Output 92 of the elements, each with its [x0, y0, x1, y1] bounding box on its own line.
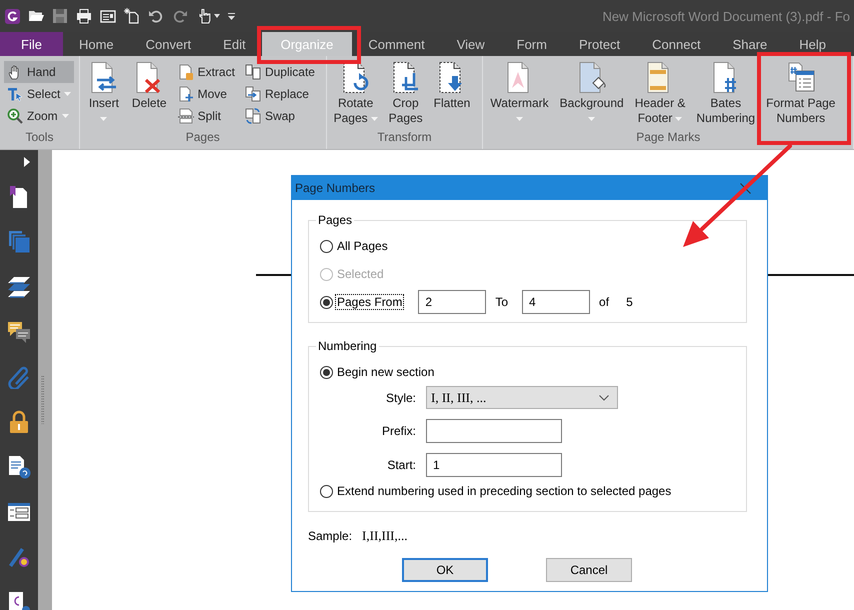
page-rotate-arrow-icon: [342, 61, 370, 94]
group-box-legend: Numbering: [316, 339, 379, 353]
resize-grip-icon[interactable]: [41, 376, 44, 424]
undo-icon[interactable]: [148, 8, 164, 24]
split-button[interactable]: Split: [174, 105, 238, 127]
input-field[interactable]: [426, 419, 562, 443]
dropdown[interactable]: I, II, III, ...: [426, 386, 618, 409]
page-plus-icon: [178, 86, 194, 102]
replace-button[interactable]: Replace: [242, 83, 318, 105]
hand-tool-button[interactable]: Hand: [4, 61, 74, 83]
save-icon[interactable]: [52, 8, 68, 24]
ribbon-tab[interactable]: Edit: [207, 32, 262, 56]
page-bucket-icon: [578, 61, 606, 94]
stacked-pages-icon[interactable]: [7, 230, 31, 254]
group-box-legend: Pages: [316, 213, 354, 227]
ribbon-tab[interactable]: View: [440, 32, 501, 56]
from-page-field[interactable]: 2: [418, 290, 486, 314]
lock-icon[interactable]: [7, 410, 31, 434]
ribbon-tab[interactable]: Home: [62, 32, 130, 56]
page-crop-icon: [392, 61, 420, 94]
to-page-field[interactable]: 4: [522, 290, 590, 314]
extract-button[interactable]: Extract: [174, 61, 238, 83]
text-cursor-icon: [7, 86, 23, 102]
field-label: Prefix:: [380, 424, 416, 438]
expand-arrow-icon[interactable]: [24, 157, 30, 167]
zoom-in-icon: [7, 108, 23, 124]
window-title: New Microsoft Word Document (3).pdf - Fo: [602, 8, 850, 24]
ribbon-tab[interactable]: Protect: [562, 32, 636, 56]
pages-curved-arrows-icon: [244, 108, 261, 124]
ribbon-group-label: Page Marks: [636, 129, 700, 145]
ribbon-tab[interactable]: Connect: [636, 32, 717, 56]
delete-button[interactable]: Delete: [128, 60, 170, 128]
sample-value: I,II,III,...: [362, 528, 408, 544]
file-tab[interactable]: File: [0, 32, 63, 56]
document-badge-icon[interactable]: [7, 455, 31, 479]
swap-button[interactable]: Swap: [242, 105, 318, 127]
cancel-button[interactable]: Cancel: [546, 558, 632, 582]
radio-option[interactable]: Extend numbering used in preceding section to selected pages: [320, 484, 672, 498]
form-fields-icon[interactable]: [7, 500, 31, 524]
flatten-button[interactable]: Flatten: [430, 60, 474, 128]
of-label: of: [599, 295, 610, 309]
chevron-down-icon: [599, 394, 609, 400]
open-folder-icon[interactable]: [28, 8, 44, 24]
caret-icon[interactable]: [214, 14, 220, 18]
insert-button[interactable]: Insert: [84, 60, 124, 128]
ribbon-tab[interactable]: Comment: [352, 32, 441, 56]
ok-button[interactable]: OK: [402, 558, 488, 582]
layers-icon[interactable]: [7, 275, 31, 299]
two-pages-icon: [244, 64, 261, 80]
close-icon[interactable]: [740, 182, 751, 194]
print-icon[interactable]: [76, 8, 92, 24]
rotate-pages-button[interactable]: Rotate Pages: [330, 60, 381, 128]
ribbon-group-label: Tools: [25, 129, 54, 145]
pen-badge-icon[interactable]: [7, 545, 31, 569]
move-button[interactable]: Move: [174, 83, 238, 105]
to-label: To: [495, 295, 508, 309]
customize-caret-icon[interactable]: [228, 12, 235, 20]
ribbon-tab[interactable]: Form: [500, 32, 563, 56]
ribbon-group-label: Pages: [186, 129, 220, 145]
split-page-icon: [178, 108, 194, 124]
comments-icon[interactable]: [7, 320, 31, 344]
ribbon-tab[interactable]: Convert: [130, 32, 208, 56]
card-lines-icon[interactable]: [100, 8, 116, 24]
watermark-button[interactable]: Watermark: [487, 60, 552, 128]
field-label: Style:: [384, 390, 416, 404]
page-hash-list-icon: [786, 61, 815, 94]
zoom-tool-button[interactable]: Zoom: [4, 105, 74, 127]
page-arrows-icon: [90, 61, 118, 94]
radio-option[interactable]: Pages From: [320, 295, 404, 309]
app-logo-icon[interactable]: [5, 8, 20, 24]
input-field[interactable]: 1: [426, 453, 562, 477]
page-count: 5: [626, 295, 633, 309]
field-label: Start:: [386, 458, 416, 472]
bates-numbering-button[interactable]: Bates Numbering: [693, 60, 758, 128]
sample-label: Sample:: [308, 529, 352, 543]
pages-arrow-icon: [244, 86, 261, 102]
header-footer-button[interactable]: Header & Footer: [632, 60, 688, 128]
format-page-numbers-button[interactable]: Format Page Numbers: [763, 60, 838, 128]
paperclip-icon[interactable]: [7, 365, 31, 389]
select-tool-button[interactable]: Select: [4, 83, 74, 105]
crop-pages-button[interactable]: Crop Pages: [386, 60, 426, 128]
duplicate-button[interactable]: Duplicate: [242, 61, 318, 83]
ribbon-tab[interactable]: Share: [716, 32, 784, 56]
ribbon-tab[interactable]: Help: [783, 32, 842, 56]
background-button[interactable]: Background: [556, 60, 627, 128]
new-document-icon[interactable]: [124, 8, 140, 24]
radio-option[interactable]: Begin new section: [320, 365, 436, 379]
ribbon-group-label: Transform: [377, 129, 432, 145]
dialog-title: Page Numbers: [295, 181, 376, 195]
redo-icon[interactable]: [172, 8, 188, 24]
document-swirl-icon[interactable]: [7, 590, 31, 610]
radio-option[interactable]: All Pages: [320, 239, 389, 253]
